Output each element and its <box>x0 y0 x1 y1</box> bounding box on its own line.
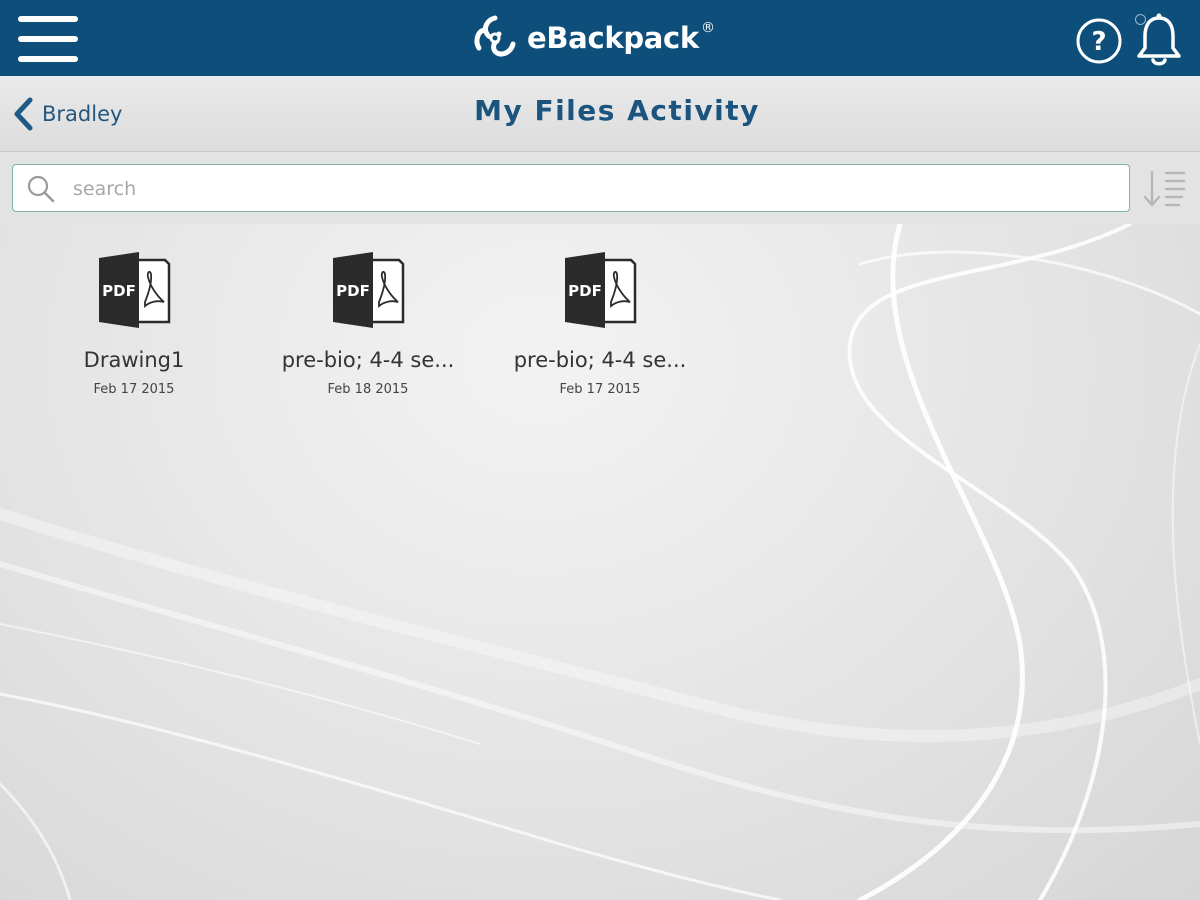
search-input[interactable] <box>71 173 1115 205</box>
search-bar-row <box>0 152 1200 224</box>
menu-bar-line <box>18 16 78 22</box>
menu-bar-line <box>18 56 78 62</box>
registered-mark: ® <box>700 20 715 36</box>
hamburger-menu-button[interactable] <box>18 16 80 62</box>
file-tile[interactable]: PDF pre-bio; 4-4 se... Feb 18 2015 <box>252 252 484 397</box>
search-icon <box>27 175 55 203</box>
page-title: My Files Activity <box>474 94 760 127</box>
bell-icon[interactable] <box>1134 12 1184 68</box>
title-bar: Bradley My Files Activity <box>0 76 1200 152</box>
file-type-label: PDF <box>102 282 136 300</box>
file-tile[interactable]: PDF Drawing1 Feb 17 2015 <box>18 252 250 397</box>
svg-text:?: ? <box>1091 27 1106 57</box>
ebackpack-logo-icon <box>474 15 516 57</box>
menu-bar-line <box>18 36 78 42</box>
brand-logo-group: eBackpack ® <box>467 8 715 68</box>
file-date: Feb 17 2015 <box>559 382 641 397</box>
file-name: pre-bio; 4-4 se... <box>281 348 455 372</box>
brand-name: eBackpack <box>527 21 699 55</box>
search-box[interactable] <box>12 164 1130 212</box>
file-type-label: PDF <box>336 282 370 300</box>
file-date: Feb 18 2015 <box>327 382 409 397</box>
file-tile[interactable]: PDF pre-bio; 4-4 se... Feb 17 2015 <box>484 252 716 397</box>
pdf-file-icon: PDF <box>565 252 637 328</box>
help-question-icon[interactable]: ? <box>1075 17 1123 65</box>
file-type-label: PDF <box>568 282 602 300</box>
files-grid-area: PDF Drawing1 Feb 17 2015 PDF pre-bio; 4-… <box>0 224 1200 900</box>
file-date: Feb 17 2015 <box>93 382 175 397</box>
file-name: Drawing1 <box>83 348 185 372</box>
pdf-file-icon: PDF <box>99 252 171 328</box>
sort-descending-icon[interactable] <box>1142 168 1188 210</box>
pdf-file-icon: PDF <box>333 252 405 328</box>
top-app-bar: eBackpack ® ? <box>0 0 1200 76</box>
file-name: pre-bio; 4-4 se... <box>513 348 687 372</box>
